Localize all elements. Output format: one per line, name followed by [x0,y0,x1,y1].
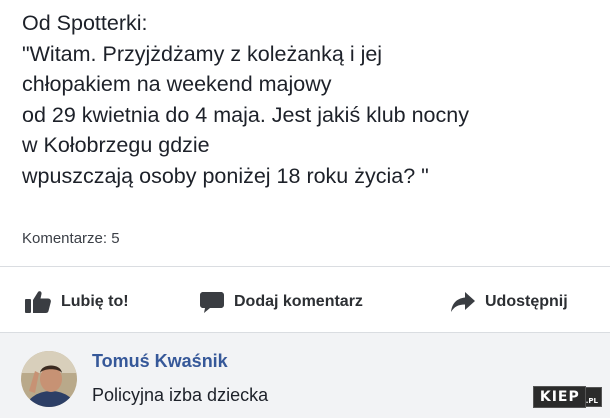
post-text-line: wpuszczają osoby poniżej 18 roku życia? … [22,163,429,188]
like-button[interactable]: Lubię to! [24,284,129,320]
post-text-line: Od Spotterki: [22,11,148,35]
watermark-sub: .PL [585,387,602,407]
add-comment-label: Dodaj komentarz [234,293,363,310]
comment-section: Tomuś Kwaśnik Policyjna izba dziecka KIE… [0,332,610,418]
comment-count-link[interactable]: Komentarze: 5 [22,230,120,247]
avatar[interactable] [21,351,77,407]
post-text-line: od 29 kwietnia do 4 maja. Jest jakiś klu… [22,102,469,127]
post-text-line: chłopakiem na weekend majowy [22,72,332,96]
share-label: Udostępnij [485,293,568,310]
comment-text: Policyjna izba dziecka [92,385,269,405]
speech-bubble-icon [199,290,225,314]
watermark-logo: KIEP .PL [532,386,602,408]
share-arrow-icon [450,291,476,313]
add-comment-button[interactable]: Dodaj komentarz [199,284,363,320]
divider [0,266,610,267]
thumbs-up-icon [24,290,52,314]
share-button[interactable]: Udostępnij [450,284,568,320]
action-bar: Lubię to! Dodaj komentarz Udostępnij [0,284,610,320]
post-text: Od Spotterki: "Witam. Przyjżdżamy z kole… [22,8,607,191]
comment-author-link[interactable]: Tomuś Kwaśnik [92,351,228,372]
like-label: Lubię to! [61,293,129,310]
post-text-line: "Witam. Przyjżdżamy z koleżanką i jej [22,41,383,66]
post-text-line: w Kołobrzegu gdzie [22,133,210,157]
watermark-main: KIEP [532,386,586,408]
